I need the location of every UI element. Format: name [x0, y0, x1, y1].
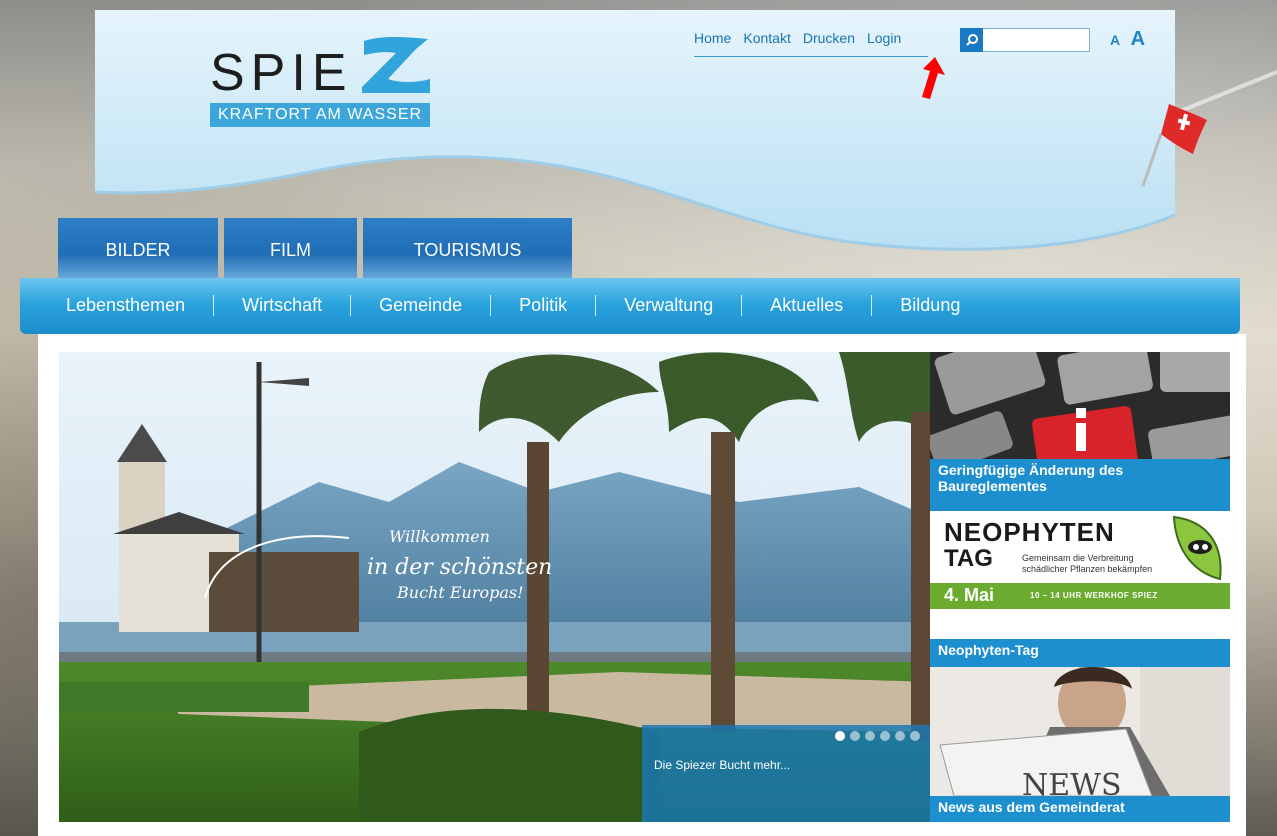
font-size-small-button[interactable]: A — [1110, 32, 1120, 48]
neophyten-date: 4. Mai — [944, 585, 995, 605]
search-icon — [965, 34, 978, 46]
slideshow-dot-1[interactable] — [835, 731, 845, 741]
logo-wordmark: SPIE — [210, 44, 353, 102]
search-input[interactable] — [983, 28, 1090, 52]
slideshow-dot-4[interactable] — [880, 731, 890, 741]
mainnav-verwaltung[interactable]: Verwaltung — [595, 295, 741, 316]
neophyten-title: NEOPHYTEN — [944, 517, 1115, 547]
mainnav-politik[interactable]: Politik — [490, 295, 595, 316]
search-button[interactable] — [960, 28, 983, 52]
nav-kontakt-link[interactable]: Kontakt — [743, 30, 790, 56]
main-nav: Lebensthemen Wirtschaft Gemeinde Politik… — [20, 278, 1240, 334]
red-arrow-icon — [922, 57, 945, 99]
slideshow-dots — [835, 731, 920, 741]
card-label-baureglement[interactable]: Geringfügige Änderung des Baureglementes — [930, 459, 1230, 511]
neophyten-title-tag: TAG — [944, 545, 993, 572]
tab-tourismus[interactable]: TOURISMUS — [363, 218, 572, 278]
top-nav: Home Kontakt Drucken Login — [694, 30, 928, 57]
card-label-neophyten-tag[interactable]: Neophyten-Tag — [930, 639, 1230, 667]
slideshow-dot-3[interactable] — [865, 731, 875, 741]
hero-caption-panel: Die Spiezer Bucht mehr... — [642, 725, 930, 822]
news-image-word: NEWS — [1022, 768, 1122, 796]
hero-slideshow[interactable]: Willkommen in der schönsten Bucht Europa… — [59, 352, 930, 822]
neophyten-date-bar: 4. Mai 10 – 14 UHR WERKHOF SPIEZ — [930, 583, 1230, 609]
font-size-controls: A A — [1110, 28, 1145, 51]
hero-overlay-line2: in der schönsten — [367, 555, 552, 580]
slideshow-dot-6[interactable] — [910, 731, 920, 741]
font-size-large-button[interactable]: A — [1131, 28, 1145, 50]
slideshow-dot-2[interactable] — [850, 731, 860, 741]
keyboard-info-image — [930, 352, 1230, 459]
tab-film[interactable]: FILM — [224, 218, 357, 278]
nav-drucken-link[interactable]: Drucken — [803, 30, 855, 56]
nav-home-link[interactable]: Home — [694, 30, 731, 56]
mainnav-wirtschaft[interactable]: Wirtschaft — [213, 295, 350, 316]
mainnav-lebensthemen[interactable]: Lebensthemen — [58, 295, 213, 316]
neophyten-subtitle: Gemeinsam die Verbreitung schädlicher Pf… — [1022, 553, 1153, 574]
search-box — [960, 28, 1090, 52]
logo-z-icon — [362, 37, 430, 93]
media-tabs: BILDER FILM TOURISMUS — [58, 218, 578, 278]
leaf-mascot-icon — [1172, 515, 1222, 581]
logo-tagline: KRAFTORT AM WASSER — [210, 103, 430, 127]
swiss-flag-icon — [1141, 104, 1207, 187]
hero-overlay-line3: Bucht Europas! — [396, 583, 524, 602]
teaser-card-news[interactable]: NEWS News aus dem Gemeinderat — [930, 667, 1230, 822]
neophyten-banner[interactable]: NEOPHYTEN TAG Gemeinsam die Verbreitung … — [930, 511, 1230, 609]
mainnav-gemeinde[interactable]: Gemeinde — [350, 295, 490, 316]
spiez-logo[interactable]: SPIE KRAFTORT AM WASSER — [210, 35, 440, 130]
tab-bilder[interactable]: BILDER — [58, 218, 218, 278]
nav-login-link[interactable]: Login — [867, 30, 901, 56]
neophyten-time-place: 10 – 14 UHR WERKHOF SPIEZ — [1030, 591, 1158, 600]
card-label-news[interactable]: News aus dem Gemeinderat — [930, 796, 1230, 822]
news-reader-image: NEWS — [930, 667, 1230, 796]
mainnav-aktuelles[interactable]: Aktuelles — [741, 295, 871, 316]
mainnav-bildung[interactable]: Bildung — [871, 295, 988, 316]
hero-overlay-line1: Willkommen — [389, 527, 490, 546]
slideshow-dot-5[interactable] — [895, 731, 905, 741]
teaser-card-baureglement[interactable]: Geringfügige Änderung des Baureglementes — [930, 352, 1230, 511]
hero-caption-link[interactable]: Die Spiezer Bucht mehr... — [654, 758, 790, 772]
